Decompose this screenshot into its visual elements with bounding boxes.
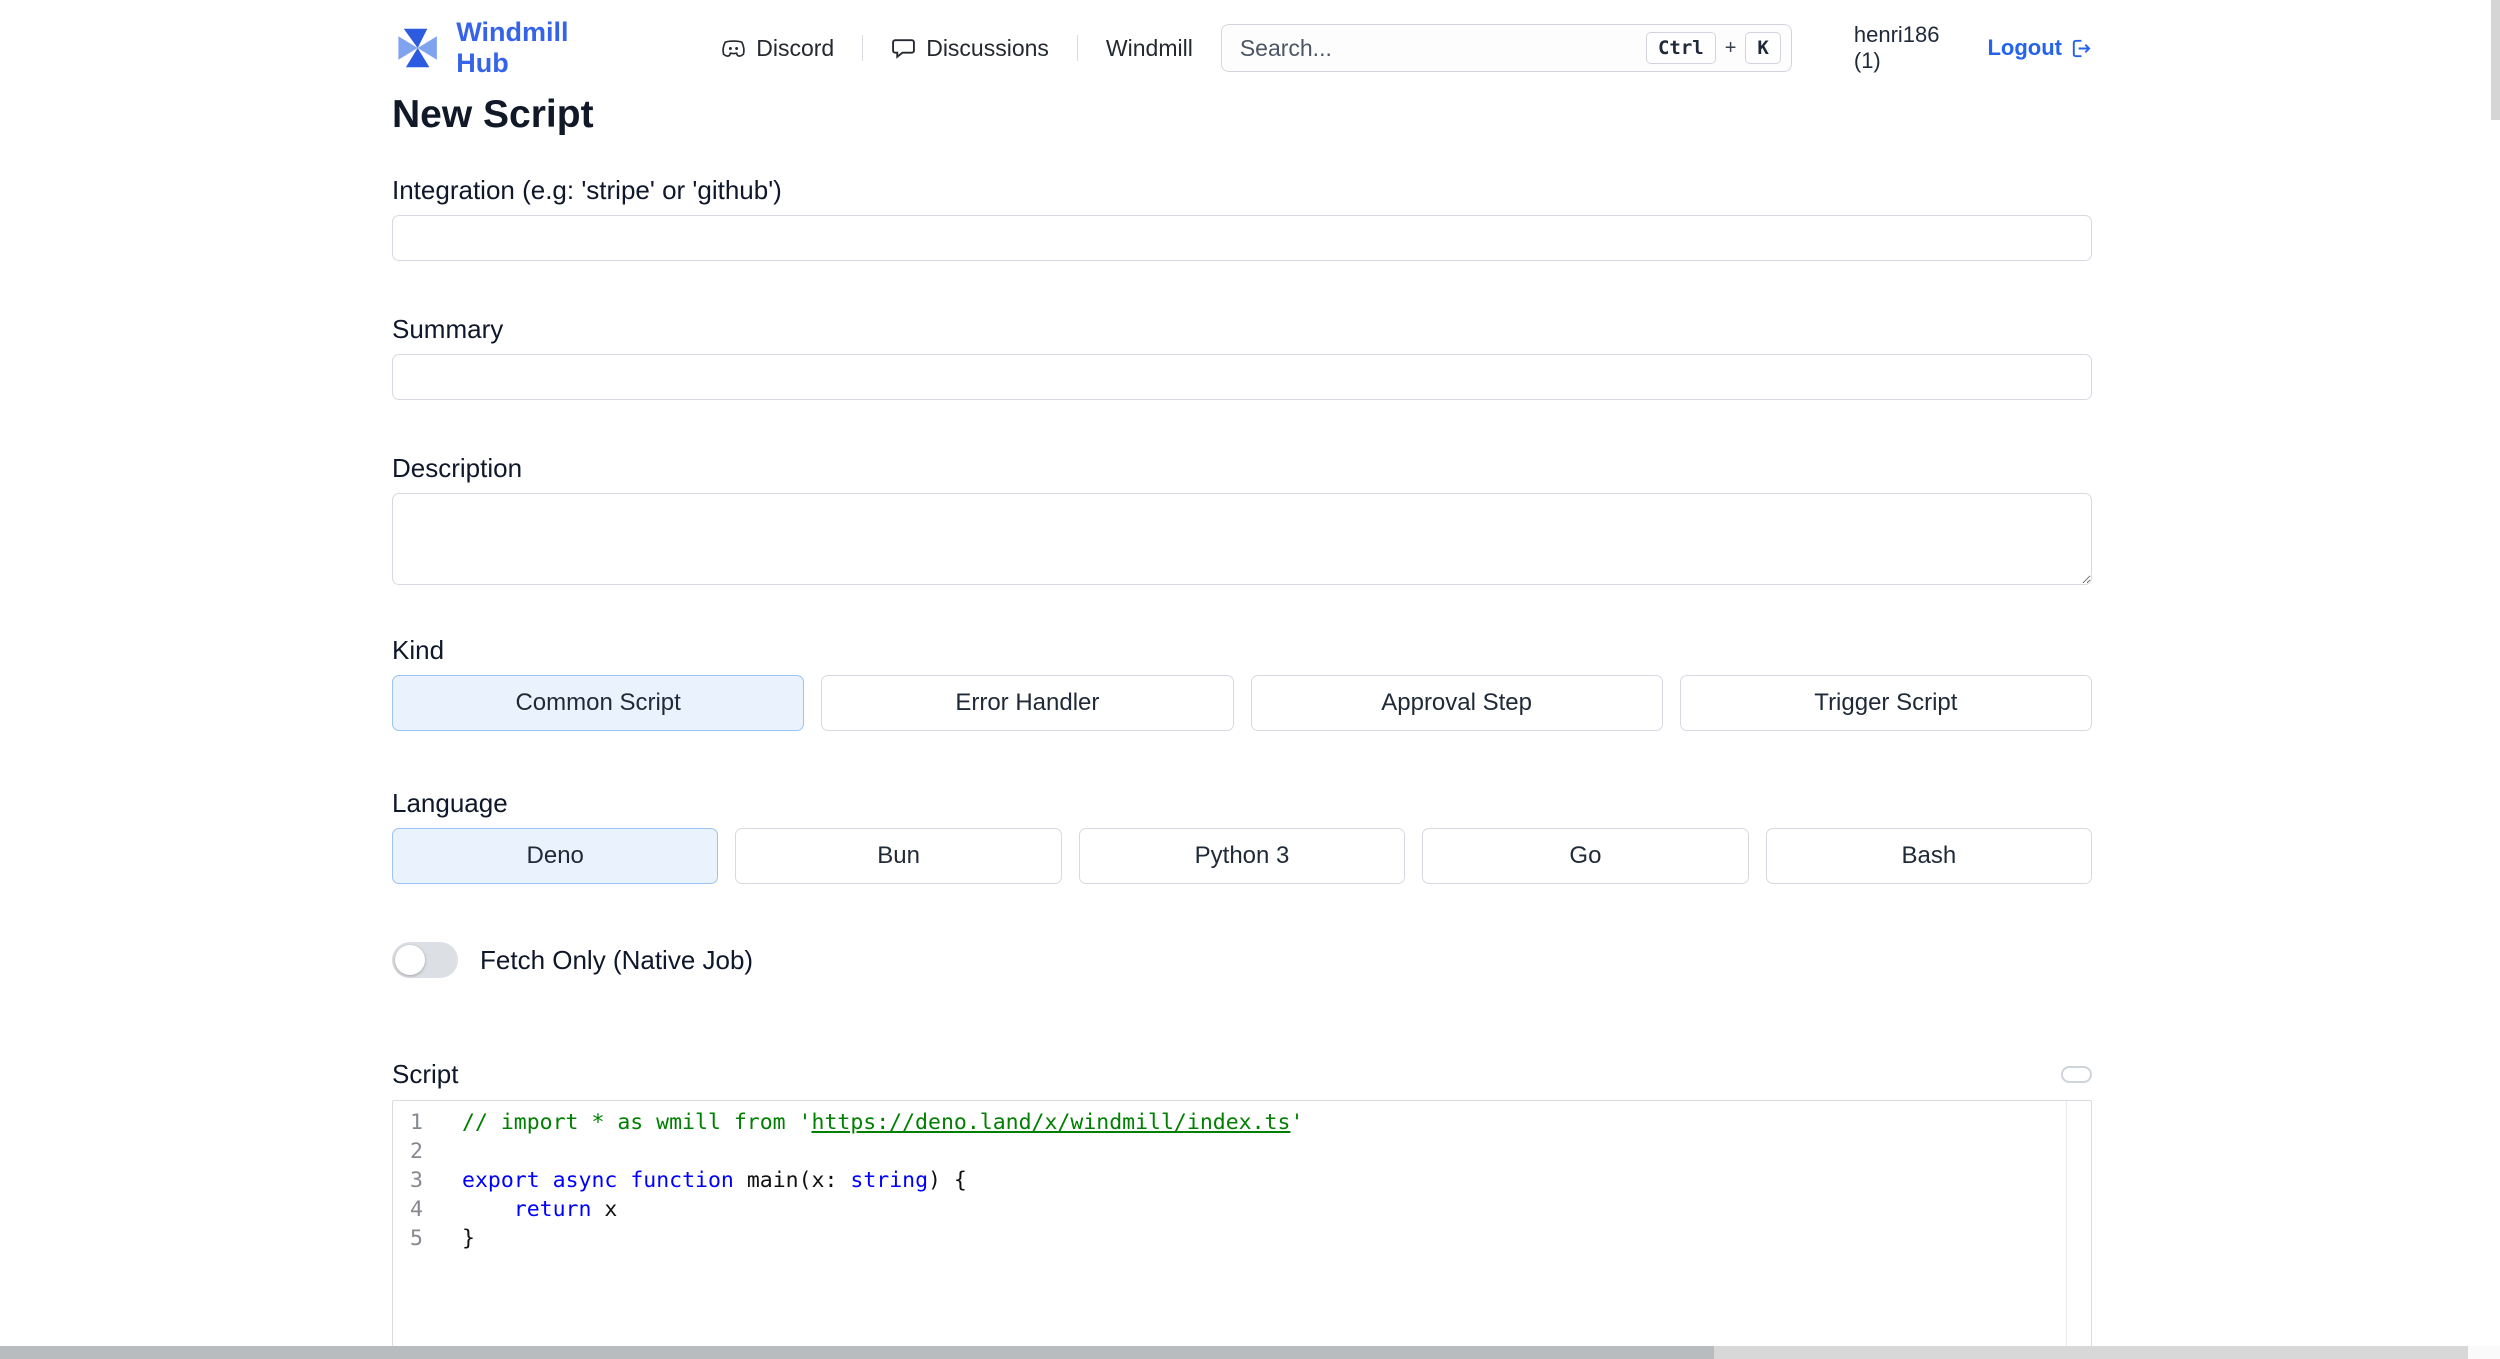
editor-collapse-button[interactable] — [2061, 1065, 2092, 1083]
brand-name: Windmill Hub — [456, 17, 569, 78]
user-area: henri186 (1) Logout — [1854, 22, 2092, 74]
fetch-only-row: Fetch Only (Native Job) — [392, 942, 2092, 978]
kind-common-script-button[interactable]: Common Script — [392, 675, 805, 731]
code-comment: // import * as wmill from ' — [462, 1110, 812, 1135]
summary-field: Summary — [392, 313, 2092, 400]
editor-scrollbar-line — [2066, 1101, 2067, 1350]
kind-error-handler-button[interactable]: Error Handler — [821, 675, 1234, 731]
search-input[interactable] — [1239, 34, 1646, 62]
fetch-only-toggle[interactable] — [392, 942, 458, 978]
code-keyword: return — [513, 1197, 592, 1222]
integration-input[interactable] — [392, 215, 2092, 261]
main-content: New Script Integration (e.g: 'stripe' or… — [392, 92, 2093, 1351]
toggle-knob — [395, 945, 425, 975]
description-label: Description — [392, 453, 523, 483]
description-field: Description — [392, 452, 2092, 590]
summary-input[interactable] — [392, 354, 2092, 400]
language-bash-button[interactable]: Bash — [1765, 828, 2093, 884]
language-deno-button[interactable]: Deno — [392, 828, 719, 884]
kind-trigger-script-button[interactable]: Trigger Script — [1679, 675, 2092, 731]
code-line: 1 // import * as wmill from 'https://den… — [393, 1108, 2091, 1137]
kind-button-row: Common Script Error Handler Approval Ste… — [392, 675, 2092, 731]
language-button-row: Deno Bun Python 3 Go Bash — [392, 828, 2093, 884]
language-python3-button[interactable]: Python 3 — [1078, 828, 1406, 884]
code-keyword: function — [630, 1168, 734, 1193]
horizontal-scrollbar[interactable] — [0, 1346, 2468, 1359]
logout-label: Logout — [1987, 35, 2062, 60]
discussions-icon — [892, 38, 916, 59]
code-line: 3 export async function main(x: string) … — [393, 1166, 2091, 1195]
code-line: 2 — [393, 1137, 2091, 1166]
code-link[interactable]: https://deno.land/x/windmill/index.ts — [812, 1110, 1291, 1135]
nav-discord[interactable]: Discord — [721, 35, 862, 62]
code-line: 4 return x — [393, 1195, 2091, 1224]
nav-discussions-label: Discussions — [926, 34, 1049, 61]
nav-discord-label: Discord — [756, 34, 835, 61]
page-title: New Script — [392, 93, 594, 136]
kind-approval-step-button[interactable]: Approval Step — [1250, 675, 1663, 731]
logout-link[interactable]: Logout — [1987, 35, 2092, 61]
integration-label: Integration (e.g: 'stripe' or 'github') — [392, 175, 782, 205]
search-box[interactable]: Ctrl + K — [1220, 24, 1792, 72]
logout-icon — [2072, 39, 2091, 57]
script-label: Script — [392, 1059, 459, 1089]
line-number: 2 — [410, 1139, 423, 1164]
script-head: Script — [392, 1058, 2092, 1090]
kbd-plus: + — [1724, 36, 1737, 59]
line-number: 3 — [410, 1168, 423, 1193]
line-number: 5 — [410, 1226, 423, 1251]
brand[interactable]: Windmill Hub — [392, 17, 626, 79]
nav-windmill-label: Windmill — [1105, 34, 1193, 61]
nav-windmill[interactable]: Windmill — [1078, 35, 1221, 62]
script-section: Script 1 // import * as wmill from 'http… — [392, 1058, 2092, 1351]
discord-icon — [722, 39, 745, 57]
description-textarea[interactable] — [392, 493, 2092, 585]
code-keyword: async — [552, 1168, 618, 1193]
line-number: 1 — [410, 1110, 423, 1135]
code-comment: ' — [1290, 1110, 1304, 1135]
language-go-button[interactable]: Go — [1422, 828, 1749, 884]
language-bun-button[interactable]: Bun — [735, 828, 1062, 884]
code-keyword: export — [462, 1168, 540, 1193]
summary-label: Summary — [392, 314, 504, 344]
scrollbar-corner — [2468, 1346, 2500, 1359]
code-editor[interactable]: 1 // import * as wmill from 'https://den… — [392, 1100, 2092, 1351]
kbd-k: K — [1745, 32, 1781, 64]
kind-section: Kind Common Script Error Handler Approva… — [392, 634, 2092, 731]
line-number: 4 — [410, 1197, 423, 1222]
top-navbar: Windmill Hub Discord Discussions Windmil… — [392, 0, 2092, 96]
windmill-logo-icon — [398, 28, 437, 68]
integration-field: Integration (e.g: 'stripe' or 'github') — [392, 174, 2092, 261]
horizontal-scrollbar-thumb[interactable] — [0, 1346, 1714, 1359]
code-line: 5 } — [393, 1224, 2091, 1253]
language-section: Language Deno Bun Python 3 Go Bash — [392, 787, 2093, 884]
fetch-only-label: Fetch Only (Native Job) — [480, 944, 754, 975]
vertical-scrollbar-thumb[interactable] — [2491, 0, 2500, 120]
kbd-ctrl: Ctrl — [1645, 32, 1716, 64]
nav-discussions[interactable]: Discussions — [863, 35, 1077, 62]
code-keyword: string — [850, 1168, 929, 1193]
language-label: Language — [392, 788, 508, 818]
username: henri186 (1) — [1853, 22, 1940, 73]
kind-label: Kind — [392, 635, 445, 665]
nav-links: Discord Discussions Windmill — [721, 35, 1221, 62]
